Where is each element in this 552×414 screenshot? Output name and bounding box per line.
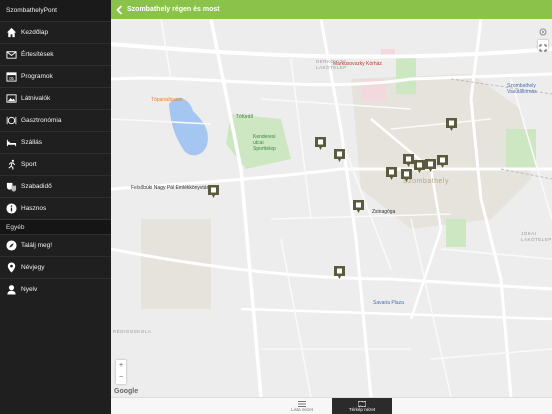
sidebar-item-label: Névjegy bbox=[21, 264, 45, 271]
crosshair-icon bbox=[539, 28, 547, 36]
map-label-vasutallomas: Szombathely Vasútállomás bbox=[507, 83, 537, 95]
sidebar-item-ertesitesek[interactable]: Értesítések bbox=[0, 43, 111, 65]
chevron-left-icon bbox=[115, 4, 122, 15]
map-pin[interactable] bbox=[386, 167, 397, 180]
sidebar-item-szabadido[interactable]: Szabadidő bbox=[0, 175, 111, 197]
sidebar-item-label: Látnivalók bbox=[21, 95, 51, 102]
compass-icon bbox=[5, 240, 17, 252]
sidebar-item-label: Gasztronómia bbox=[21, 117, 62, 124]
sidebar-item-label: Programok bbox=[21, 73, 53, 80]
sidebar-item-nyelv[interactable]: Nyelv bbox=[0, 278, 111, 300]
map-pin[interactable] bbox=[401, 169, 412, 182]
sidebar-item-latnivalok[interactable]: Látnivalók bbox=[0, 87, 111, 109]
tab-list-view[interactable]: Lista nézet bbox=[272, 398, 332, 414]
map-view[interactable]: Markusovszky Kórház Tóparadicsom Tófürdő… bbox=[111, 19, 552, 397]
map-label-tofurdo: Tófürdő bbox=[236, 114, 254, 120]
cutlery-icon bbox=[5, 115, 17, 127]
sidebar-item-sport[interactable]: Sport bbox=[0, 153, 111, 175]
zoom-in-button[interactable]: + bbox=[116, 360, 126, 372]
zoom-out-button[interactable]: − bbox=[116, 372, 126, 384]
map-label-toparadicsom: Tóparadicsom bbox=[151, 97, 183, 103]
info-icon bbox=[5, 203, 17, 215]
map-label-derkovits: DERKOVITS LAKÓTELEP bbox=[316, 59, 347, 70]
bed-icon bbox=[5, 137, 17, 149]
sidebar-item-label: Értesítések bbox=[21, 51, 54, 58]
map-pin[interactable] bbox=[315, 137, 326, 150]
map-pin[interactable] bbox=[334, 266, 345, 279]
tab-label: Térkép nézet bbox=[348, 406, 376, 412]
map-label-oladi: RÉDIGOSKOLA bbox=[113, 329, 152, 334]
page-title: Szombathely régen és most bbox=[127, 6, 220, 13]
sidebar-item-label: Kezdőlap bbox=[21, 29, 49, 36]
map-label-savaria: Savaria Plaza bbox=[373, 300, 404, 306]
tab-label: Lista nézet bbox=[291, 406, 313, 412]
home-icon bbox=[5, 27, 17, 39]
map-label-jokai: JÓKAI LAKÓTELEP bbox=[521, 231, 552, 242]
my-location-button[interactable] bbox=[538, 24, 548, 36]
map-pin[interactable] bbox=[334, 149, 345, 162]
sidebar-item-talalj-meg[interactable]: Találj meg! bbox=[0, 234, 111, 256]
map-pin[interactable] bbox=[437, 155, 448, 168]
map-label-kenderesi: Kenderesi utcai Sporttelep bbox=[253, 134, 276, 152]
expand-icon bbox=[539, 44, 547, 52]
sidebar-item-label: Találj meg! bbox=[21, 242, 53, 249]
person-icon bbox=[5, 284, 17, 296]
sidebar-item-szallas[interactable]: Szállás bbox=[0, 131, 111, 153]
sidebar-item-label: Nyelv bbox=[21, 286, 38, 293]
sidebar-item-hasznos[interactable]: Hasznos bbox=[0, 197, 111, 219]
gallery-icon bbox=[5, 93, 17, 105]
theater-masks-icon bbox=[5, 181, 17, 193]
envelope-icon bbox=[5, 49, 17, 61]
fullscreen-button[interactable] bbox=[538, 40, 548, 52]
sidebar-item-label: Szállás bbox=[21, 139, 42, 146]
sidebar-item-label: Sport bbox=[21, 161, 37, 168]
calendar-icon: 05 bbox=[5, 71, 17, 83]
bottom-tabs: Lista nézet Térkép nézet bbox=[111, 397, 552, 414]
map-label-felsobudai: Felsőbüki Nagy Pál Emlékkönyvtár bbox=[131, 185, 209, 191]
map-pin[interactable] bbox=[353, 200, 364, 213]
map-pin[interactable] bbox=[446, 118, 457, 131]
sidebar-item-nevjegy[interactable]: Névjegy bbox=[0, 256, 111, 278]
map-label-zsinagoga: Zsinagóga bbox=[372, 209, 396, 215]
app-title: SzombathelyPont bbox=[0, 0, 111, 21]
back-button[interactable] bbox=[112, 0, 126, 19]
sidebar-item-gasztronomia[interactable]: Gasztronómia bbox=[0, 109, 111, 131]
map-pin[interactable] bbox=[425, 159, 436, 172]
sidebar-item-kezdolap[interactable]: Kezdőlap bbox=[0, 21, 111, 43]
sidebar-item-label: Szabadidő bbox=[21, 183, 52, 190]
tab-map-view[interactable]: Térkép nézet bbox=[332, 398, 392, 414]
map-pin[interactable] bbox=[414, 160, 425, 173]
svg-text:05: 05 bbox=[9, 76, 14, 81]
runner-icon bbox=[5, 159, 17, 171]
location-pin-icon bbox=[5, 262, 17, 274]
top-bar: Szombathely régen és most bbox=[111, 0, 552, 19]
google-logo: Google bbox=[114, 388, 139, 395]
sidebar: SzombathelyPont Kezdőlap Értesítések 05 … bbox=[0, 0, 111, 414]
map-canvas bbox=[111, 19, 552, 397]
map-pin[interactable] bbox=[208, 185, 219, 198]
sidebar-section-header: Egyéb bbox=[0, 219, 111, 234]
sidebar-item-programok[interactable]: 05 Programok bbox=[0, 65, 111, 87]
map-pin[interactable] bbox=[403, 154, 414, 167]
zoom-control: + − bbox=[116, 360, 126, 384]
app-root: SzombathelyPont Kezdőlap Értesítések 05 … bbox=[0, 0, 552, 414]
sidebar-item-label: Hasznos bbox=[21, 205, 47, 212]
